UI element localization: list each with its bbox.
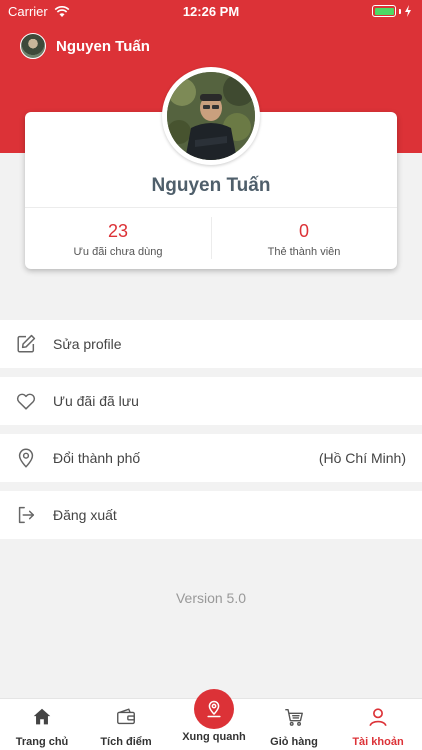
menu-edit-profile[interactable]: Sửa profile [0,320,422,368]
menu-change-city[interactable]: Đổi thành phố (Hồ Chí Minh) [0,434,422,482]
stat-unused-offers[interactable]: 23 Ưu đãi chưa dùng [25,221,211,258]
tab-label: Giỏ hàng [270,736,318,748]
menu-saved-offers[interactable]: Ưu đãi đã lưu [0,377,422,425]
stat-label: Thẻ thành viên [267,246,341,258]
tab-label: Tích điểm [100,736,152,748]
profile-header: Nguyen Tuấn [20,33,150,59]
tab-home[interactable]: Trang chủ [0,699,84,750]
menu-logout[interactable]: Đăng xuất [0,491,422,539]
logout-icon [18,506,35,524]
profile-avatar[interactable] [162,67,260,165]
status-bar: Carrier 12:26 PM [0,0,422,22]
tab-account[interactable]: Tài khoản [336,699,420,750]
app-version: Version 5.0 [175,590,247,606]
cart-icon [285,708,303,726]
menu-label: Đổi thành phố [53,450,141,466]
tab-label: Trang chủ [15,736,69,748]
menu-label: Đăng xuất [53,507,117,523]
stat-member-cards[interactable]: 0 Thẻ thành viên [211,221,397,258]
stat-label: Ưu đãi chưa dùng [73,246,163,258]
edit-icon [17,334,36,353]
profile-name: Nguyen Tuấn [151,175,271,196]
user-icon [369,708,387,727]
avatar[interactable] [20,33,46,59]
nearby-button[interactable] [194,689,234,729]
tab-cart[interactable]: Giỏ hàng [252,699,336,750]
status-time: 12:26 PM [182,4,240,19]
menu-label: Sửa profile [53,336,122,352]
stat-value: 23 [107,221,129,241]
avatar-photo [167,72,255,160]
battery-icon [372,5,412,17]
header-username: Nguyen Tuấn [56,37,150,55]
divider [25,207,397,208]
heart-icon [16,393,36,410]
wallet-icon [117,708,135,725]
current-city: (Hồ Chí Minh) [318,450,406,466]
location-pin-icon [18,448,34,468]
map-pin-icon [207,700,221,718]
home-icon [33,708,51,725]
menu-label: Ưu đãi đã lưu [53,393,139,409]
tab-points[interactable]: Tích điểm [84,699,168,750]
tab-nearby-label: Xung quanh [182,731,246,743]
tab-label: Tài khoản [352,736,404,748]
stat-value: 0 [298,221,309,241]
